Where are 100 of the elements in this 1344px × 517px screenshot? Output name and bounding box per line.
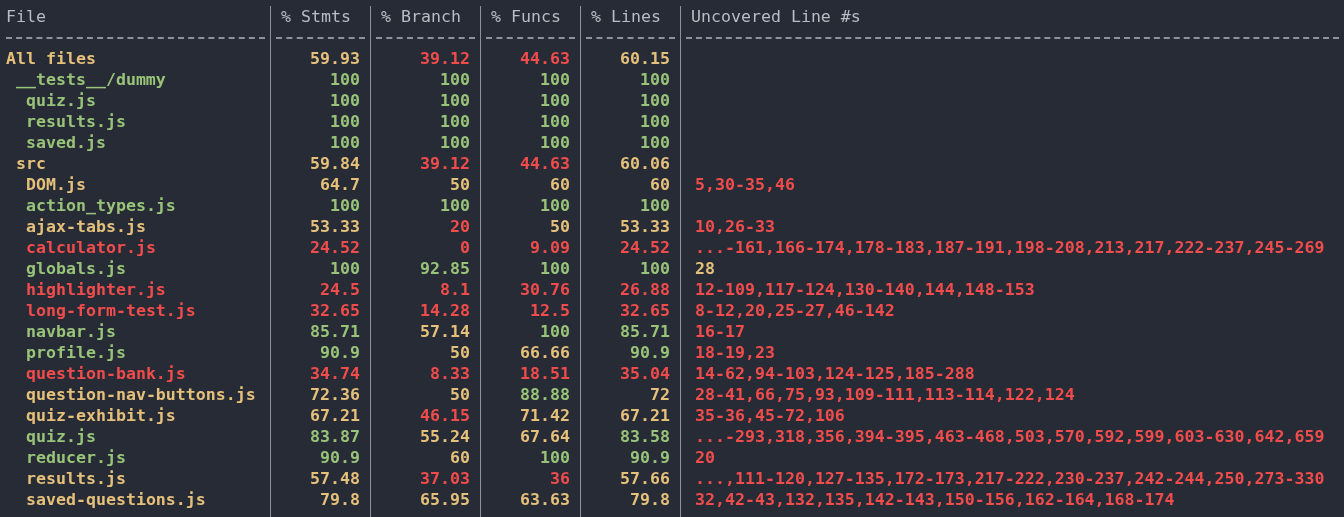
coverage-value: 65.95 (370, 489, 480, 510)
coverage-value: 79.8 (580, 489, 680, 510)
coverage-value: 100 (580, 195, 680, 216)
coverage-value: 100 (270, 132, 370, 153)
coverage-value: 50 (480, 216, 580, 237)
uncovered-lines: ...-293,318,356,394-395,463-468,503,570,592,599,603-630,642,659 (695, 427, 1325, 446)
coverage-value: 8.33 (370, 363, 480, 384)
file-name: All files (5, 48, 97, 69)
coverage-value: 39.12 (370, 153, 480, 174)
file-name: question-nav-buttons.js (25, 384, 257, 405)
coverage-value: 66.66 (480, 342, 580, 363)
uncovered-lines: 20 (695, 448, 715, 467)
column-header: % Funcs (480, 6, 580, 27)
file-name: __tests__/dummy (15, 69, 167, 90)
coverage-value: 100 (480, 90, 580, 111)
column-header: % Lines (580, 6, 680, 27)
coverage-value: 60.15 (580, 48, 680, 69)
coverage-value: 100 (370, 90, 480, 111)
coverage-value: 60 (580, 174, 680, 195)
uncovered-lines: 35-36,45-72,106 (695, 406, 845, 425)
coverage-value: 18.51 (480, 363, 580, 384)
coverage-value: 100 (270, 69, 370, 90)
uncovered-lines: 32,42-43,132,135,142-143,150-156,162-164,168-174 (695, 490, 1175, 509)
coverage-value: 100 (580, 258, 680, 279)
uncovered-lines: 8-12,20,25-27,46-142 (695, 301, 895, 320)
coverage-value: 100 (480, 258, 580, 279)
file-name: quiz.js (25, 90, 97, 111)
coverage-value: 71.42 (480, 405, 580, 426)
file-name: globals.js (25, 258, 127, 279)
coverage-value: 100 (270, 258, 370, 279)
coverage-value: 100 (480, 111, 580, 132)
coverage-value: 60.06 (580, 153, 680, 174)
uncovered-lines: ...-161,166-174,178-183,187-191,198-208,213,217,222-237,245-269 (695, 238, 1325, 257)
file-name: long-form-test.js (25, 300, 197, 321)
coverage-value: 85.71 (270, 321, 370, 342)
file-name: quiz-exhibit.js (25, 405, 177, 426)
file-name: ajax-tabs.js (25, 216, 147, 237)
file-name: DOM.js (25, 174, 87, 195)
file-name: results.js (25, 468, 127, 489)
coverage-value: 85.71 (580, 321, 680, 342)
coverage-value: 100 (270, 90, 370, 111)
uncovered-lines: 28-41,66,75,93,109-111,113-114,122,124 (695, 385, 1075, 404)
coverage-value: 100 (580, 111, 680, 132)
coverage-value: 59.93 (270, 48, 370, 69)
file-name: reducer.js (25, 447, 127, 468)
coverage-value: 9.09 (480, 237, 580, 258)
coverage-value: 57.66 (580, 468, 680, 489)
coverage-value: 100 (270, 195, 370, 216)
coverage-value: 100 (480, 447, 580, 468)
coverage-value: 63.63 (480, 489, 580, 510)
coverage-value: 100 (480, 69, 580, 90)
coverage-value: 83.58 (580, 426, 680, 447)
coverage-value: 67.21 (270, 405, 370, 426)
coverage-value: 8.1 (370, 279, 480, 300)
file-name: saved-questions.js (25, 489, 207, 510)
uncovered-lines: 10,26-33 (695, 217, 775, 236)
coverage-value: 72 (580, 384, 680, 405)
file-name: quiz.js (25, 426, 97, 447)
column-header: Uncovered Line #s (680, 6, 1344, 27)
coverage-value: 64.7 (270, 174, 370, 195)
coverage-value: 90.9 (580, 447, 680, 468)
coverage-value: 50 (370, 384, 480, 405)
coverage-value: 79.8 (270, 489, 370, 510)
coverage-value: 57.14 (370, 321, 480, 342)
coverage-value: 59.84 (270, 153, 370, 174)
coverage-value: 67.21 (580, 405, 680, 426)
file-name: question-bank.js (25, 363, 187, 384)
coverage-value: 100 (580, 69, 680, 90)
uncovered-lines: 14-62,94-103,124-125,185-288 (695, 364, 975, 383)
coverage-value: 50 (370, 342, 480, 363)
column-header: % Branch (370, 6, 480, 27)
uncovered-lines: 5,30-35,46 (695, 175, 795, 194)
coverage-value: 53.33 (580, 216, 680, 237)
file-name: calculator.js (25, 237, 157, 258)
uncovered-lines: ...,111-120,127-135,172-173,217-222,230-237,242-244,250,273-330 (695, 469, 1325, 488)
file-name: src (15, 153, 47, 174)
coverage-value: 24.52 (270, 237, 370, 258)
coverage-value: 88.88 (480, 384, 580, 405)
coverage-value: 14.28 (370, 300, 480, 321)
coverage-value: 100 (370, 195, 480, 216)
coverage-value: 44.63 (480, 48, 580, 69)
coverage-value: 60 (480, 174, 580, 195)
coverage-value: 100 (480, 321, 580, 342)
coverage-value: 50 (370, 174, 480, 195)
column-header: File (5, 6, 47, 27)
coverage-value: 100 (480, 132, 580, 153)
coverage-value: 44.63 (480, 153, 580, 174)
file-name: profile.js (25, 342, 127, 363)
coverage-value: 30.76 (480, 279, 580, 300)
coverage-value: 55.24 (370, 426, 480, 447)
uncovered-lines: 12-109,117-124,130-140,144,148-153 (695, 280, 1035, 299)
coverage-value: 12.5 (480, 300, 580, 321)
coverage-value: 100 (270, 111, 370, 132)
coverage-value: 100 (370, 69, 480, 90)
coverage-value: 24.52 (580, 237, 680, 258)
coverage-value: 92.85 (370, 258, 480, 279)
coverage-value: 83.87 (270, 426, 370, 447)
coverage-value: 46.15 (370, 405, 480, 426)
coverage-value: 20 (370, 216, 480, 237)
coverage-value: 72.36 (270, 384, 370, 405)
